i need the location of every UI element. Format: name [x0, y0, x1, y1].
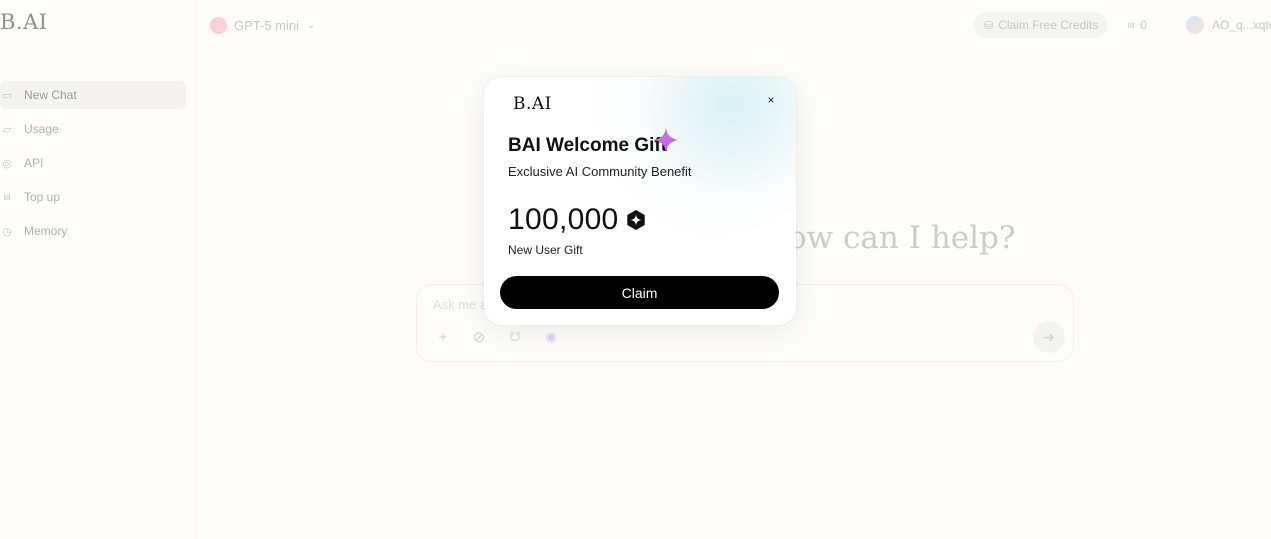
welcome-gift-modal: B.AI × BAI Welcome Gift Exclusive AI Com… [484, 77, 796, 325]
modal-subtitle: Exclusive AI Community Benefit [508, 164, 692, 179]
sparkle-icon [654, 127, 678, 153]
credit-coin-icon [626, 210, 645, 230]
modal-title: BAI Welcome Gift [508, 135, 668, 156]
claim-button[interactable]: Claim [500, 276, 779, 309]
gift-label: New User Gift [508, 243, 583, 257]
gift-amount: 100,000 [508, 203, 619, 236]
gift-amount-row: 100,000 [508, 203, 647, 237]
modal-logo: B.AI [513, 94, 552, 114]
close-icon[interactable]: × [764, 93, 778, 109]
